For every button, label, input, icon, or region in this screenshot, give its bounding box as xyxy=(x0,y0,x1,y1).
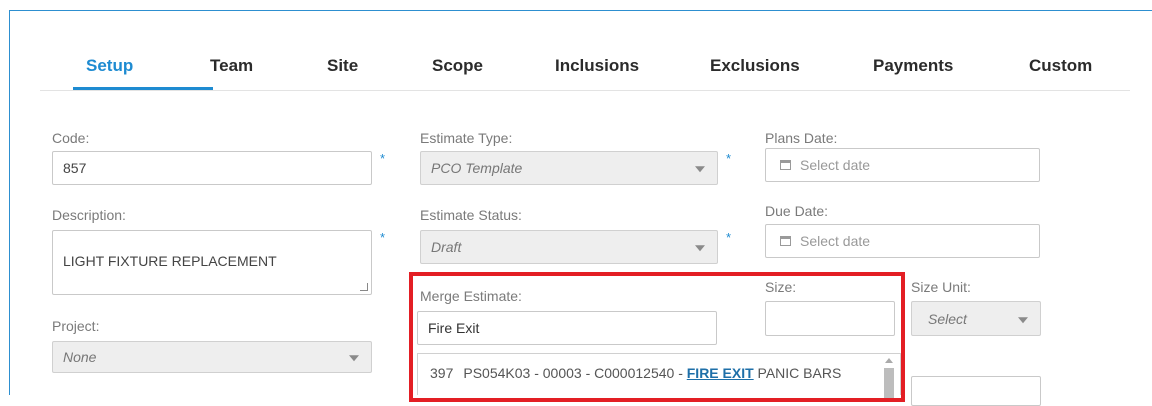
estimate-status-value: Draft xyxy=(431,239,462,255)
code-required-marker: * xyxy=(380,151,386,166)
plans-date-placeholder: Select date xyxy=(800,157,871,173)
tab-custom[interactable]: Custom xyxy=(1029,56,1092,76)
tab-payments[interactable]: Payments xyxy=(873,56,953,76)
tab-scope[interactable]: Scope xyxy=(432,56,483,76)
code-label: Code: xyxy=(52,130,90,146)
due-date-picker[interactable]: Select date xyxy=(765,224,1040,258)
size-unit-value: Select xyxy=(928,310,967,327)
calendar-icon xyxy=(780,160,791,170)
resize-handle-icon[interactable] xyxy=(360,283,368,291)
due-date-placeholder: Select date xyxy=(800,233,871,249)
estimate-status-required-marker: * xyxy=(726,230,732,245)
estimate-status-select[interactable]: Draft xyxy=(420,230,718,264)
tab-bar: Setup Team Site Scope Inclusions Exclusi… xyxy=(40,56,1130,91)
estimate-status-label: Estimate Status: xyxy=(420,207,522,223)
plans-date-label: Plans Date: xyxy=(765,130,838,146)
hidden-field[interactable] xyxy=(911,376,1041,406)
chevron-down-icon xyxy=(1018,316,1028,323)
chevron-down-icon xyxy=(695,166,705,173)
highlight-box xyxy=(409,272,905,402)
tab-site[interactable]: Site xyxy=(327,56,358,76)
estimate-type-required-marker: * xyxy=(726,151,732,166)
estimate-type-value: PCO Template xyxy=(431,160,523,176)
chevron-down-icon xyxy=(349,355,359,362)
active-tab-indicator xyxy=(73,87,213,90)
description-required-marker: * xyxy=(380,230,386,245)
code-value: 857 xyxy=(63,160,87,176)
project-select[interactable]: None xyxy=(52,341,372,373)
description-value: LIGHT FIXTURE REPLACEMENT xyxy=(63,253,277,269)
tab-team[interactable]: Team xyxy=(210,56,253,76)
calendar-icon xyxy=(780,236,791,246)
estimate-type-select[interactable]: PCO Template xyxy=(420,151,718,185)
estimate-type-label: Estimate Type: xyxy=(420,130,513,146)
chevron-down-icon xyxy=(695,245,705,252)
description-textarea[interactable]: LIGHT FIXTURE REPLACEMENT xyxy=(52,230,372,295)
size-unit-label: Size Unit: xyxy=(911,279,971,295)
tab-exclusions[interactable]: Exclusions xyxy=(710,56,800,76)
tab-setup[interactable]: Setup xyxy=(86,56,133,76)
due-date-label: Due Date: xyxy=(765,203,829,219)
project-label: Project: xyxy=(52,318,100,334)
size-unit-select[interactable]: Select xyxy=(911,301,1041,336)
project-value: None xyxy=(63,349,97,365)
plans-date-picker[interactable]: Select date xyxy=(765,148,1040,182)
code-input[interactable]: 857 xyxy=(52,151,372,185)
tab-inclusions[interactable]: Inclusions xyxy=(555,56,639,76)
description-label: Description: xyxy=(52,207,126,223)
